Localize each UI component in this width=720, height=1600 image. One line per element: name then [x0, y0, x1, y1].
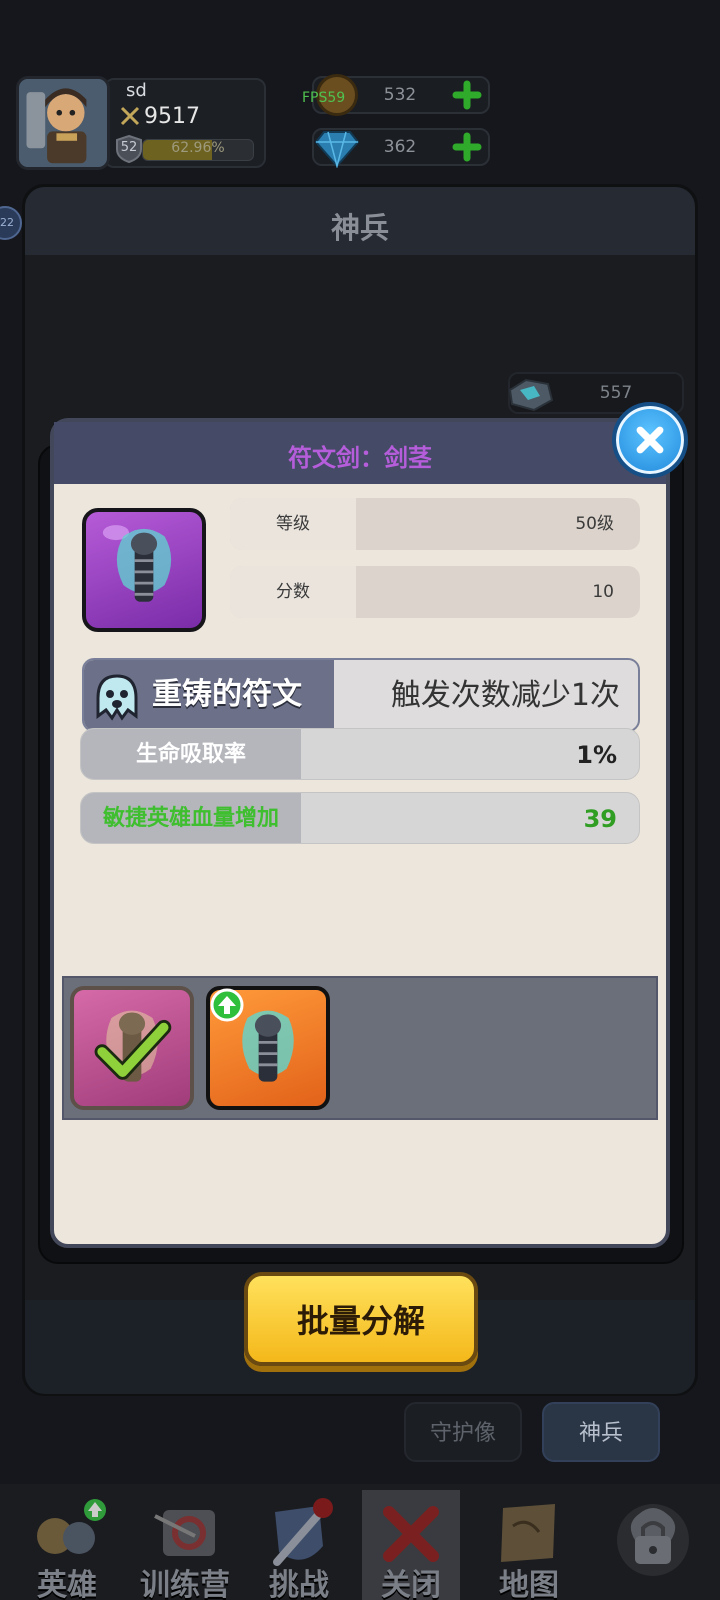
stat-value: 10 — [592, 582, 614, 602]
stat-label: 等级 — [230, 498, 356, 550]
nav-label: 英雄 — [37, 1568, 97, 1600]
rune-effect: 触发次数减少1次 — [390, 678, 620, 713]
ghost-rune-icon — [96, 674, 138, 721]
rune-sword-hilt-icon — [102, 525, 172, 602]
attribute-label: 生命吸取率 — [81, 729, 301, 779]
upgrade-arrow-icon — [210, 988, 244, 1022]
attribute-label: 敏捷英雄血量增加 — [81, 793, 301, 843]
attribute-value: 1% — [576, 741, 617, 769]
batch-decompose-label: 批量分解 — [296, 1302, 425, 1340]
ore-stone-icon — [508, 378, 554, 412]
nav-label: 关闭 — [381, 1568, 441, 1600]
fps-label: FPS59 — [302, 90, 346, 106]
stat-row-score: 分数 10 — [230, 566, 640, 618]
stat-row-level: 等级 50级 — [230, 498, 640, 550]
exp-text: 62.96% — [171, 140, 225, 156]
rune-row: 重铸的符文 触发次数减少1次 — [82, 658, 640, 732]
power-value: 9517 — [144, 104, 200, 129]
equipment-slot-equipped[interactable] — [70, 986, 194, 1110]
hero-portrait-icon — [19, 79, 107, 167]
close-button[interactable] — [612, 402, 688, 478]
item-icon — [82, 508, 206, 632]
attribute-row-hp-bonus: 敏捷英雄血量增加 39 — [80, 792, 640, 844]
stone-count: 557 — [599, 383, 633, 403]
nav-label: 训练营 — [140, 1568, 230, 1600]
nav-item-close[interactable]: 关闭 — [362, 1490, 460, 1600]
tab-divine-weapon[interactable]: 神兵 — [542, 1402, 660, 1462]
tab-guardian-statue[interactable]: 守护像 — [404, 1402, 522, 1462]
avatar[interactable] — [16, 76, 110, 170]
wooden-hilt-checkmark-icon — [94, 1010, 172, 1082]
attribute-row-lifesteal: 生命吸取率 1% — [80, 728, 640, 780]
add-gold-plus-icon[interactable] — [452, 80, 482, 110]
player-name: sd — [126, 80, 147, 101]
rune-name: 重铸的符文 — [152, 677, 302, 712]
lock-icon — [617, 1504, 689, 1576]
stat-value: 50级 — [575, 514, 614, 534]
nav-label: 挑战 — [269, 1568, 329, 1600]
page-title: 神兵 — [330, 211, 389, 245]
nav-item-map[interactable]: 地图 — [474, 1490, 584, 1600]
stat-label: 分数 — [230, 566, 356, 618]
add-gem-plus-icon[interactable] — [452, 132, 482, 162]
player-level: 52 — [120, 140, 138, 155]
nav-label: 地图 — [499, 1568, 559, 1600]
nav-item-heroes[interactable]: 英雄 — [12, 1490, 122, 1600]
side-badge[interactable]: 22 — [0, 206, 22, 240]
attribute-value: 39 — [583, 805, 617, 833]
dialog-title: 符文剑：剑茎 — [288, 444, 432, 472]
diamond-icon — [314, 131, 360, 168]
close-icon — [636, 426, 664, 454]
nav-item-training-camp[interactable]: 训练营 — [130, 1490, 240, 1600]
nav-item-locked[interactable] — [598, 1490, 708, 1600]
nav-item-challenge[interactable]: 挑战 — [244, 1490, 354, 1600]
crossed-swords-icon — [120, 106, 140, 126]
